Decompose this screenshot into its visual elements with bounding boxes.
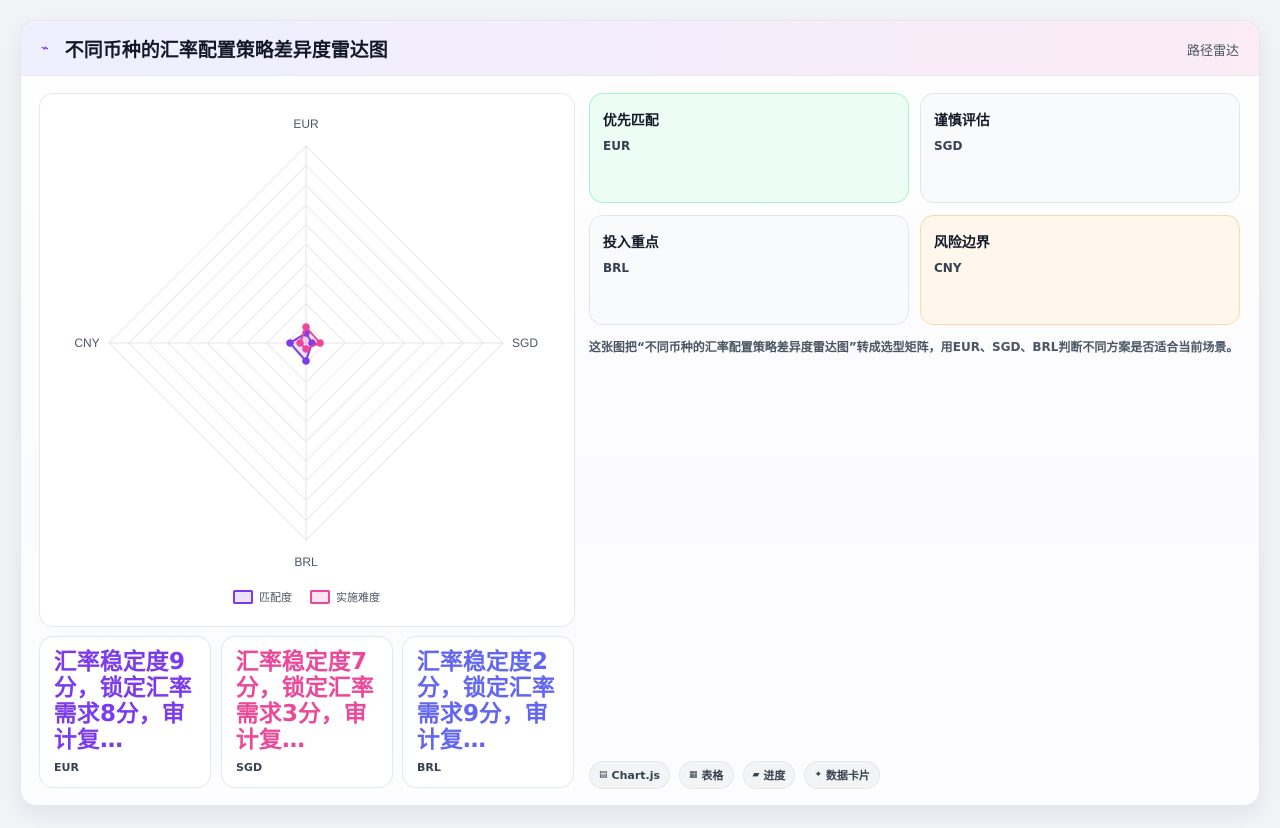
data-point bbox=[302, 357, 310, 365]
radar-chart: EUR SGD BRL CNY 匹配度 实施难度 bbox=[39, 93, 575, 627]
tag-progress[interactable]: ▰ 进度 bbox=[742, 761, 796, 789]
title-wrap: ⌁ 不同币种的汇率配置策略差异度雷达图 bbox=[41, 35, 388, 62]
data-point bbox=[302, 323, 310, 331]
legend-label: 实施难度 bbox=[336, 590, 380, 604]
axis-label: SGD bbox=[512, 336, 538, 350]
dashboard-card: ⌁ 不同币种的汇率配置策略差异度雷达图 路径雷达 EUR SGD BRL CNY 匹配度… bbox=[20, 20, 1260, 806]
kpi-card-sgd: 汇率稳定度7分，锁定汇率需求3分，审计复… SGD bbox=[221, 636, 393, 788]
tile-title: 风险边界 bbox=[934, 235, 990, 251]
matrix-tile-investment[interactable]: 投入重点 BRL bbox=[589, 215, 909, 325]
header-label: 路径雷达 bbox=[1186, 44, 1239, 59]
tag-table[interactable]: ▦ 表格 bbox=[679, 761, 734, 789]
data-point bbox=[302, 345, 310, 353]
kpi-value: 汇率稳定度2分，锁定汇率需求9分，审计复… bbox=[417, 649, 555, 753]
card-header: ⌁ 不同币种的汇率配置策略差异度雷达图 路径雷达 bbox=[21, 21, 1259, 76]
kpi-value: 汇率稳定度9分，锁定汇率需求8分，审计复… bbox=[54, 649, 192, 753]
data-point bbox=[316, 339, 324, 347]
tile-value: EUR bbox=[603, 139, 631, 153]
tag-label: Chart.js bbox=[611, 768, 661, 782]
radar-svg: EUR SGD BRL CNY 匹配度 实施难度 bbox=[74, 117, 538, 604]
axis-label: CNY bbox=[74, 336, 99, 350]
legend-swatch bbox=[233, 590, 253, 604]
chart-description: 这张图把“不同币种的汇率配置策略差异度雷达图”转成选型矩阵，用EUR、SGD、B… bbox=[589, 340, 1239, 354]
kpi-card-eur: 汇率稳定度9分，锁定汇率需求8分，审计复… EUR bbox=[39, 636, 211, 788]
tag-label: 进度 bbox=[763, 769, 786, 782]
progress-icon: ▰ bbox=[752, 770, 760, 780]
matrix-tile-risk[interactable]: 风险边界 CNY bbox=[920, 215, 1240, 325]
tile-value: BRL bbox=[603, 261, 630, 275]
kpi-row: 汇率稳定度9分，锁定汇率需求8分，审计复… EUR 汇率稳定度7分，锁定汇率需求… bbox=[39, 636, 574, 788]
table-icon: ▦ bbox=[689, 770, 698, 780]
data-point bbox=[286, 339, 294, 347]
kpi-value: 汇率稳定度7分，锁定汇率需求3分，审计复… bbox=[236, 649, 374, 753]
kpi-label: EUR bbox=[54, 761, 79, 774]
tile-title: 谨慎评估 bbox=[934, 113, 990, 129]
tag-data-card[interactable]: ✦ 数据卡片 bbox=[804, 761, 881, 789]
kpi-label: BRL bbox=[417, 761, 441, 774]
legend-swatch bbox=[310, 590, 330, 604]
series-area bbox=[298, 325, 322, 351]
tile-title: 优先匹配 bbox=[603, 113, 659, 129]
tile-value: CNY bbox=[934, 261, 962, 275]
kpi-card-brl: 汇率稳定度2分，锁定汇率需求9分，审计复… BRL bbox=[402, 636, 574, 788]
tile-title: 投入重点 bbox=[603, 235, 659, 251]
chart-icon: ▤ bbox=[599, 770, 608, 780]
sparkle-icon: ✦ bbox=[814, 770, 823, 780]
tech-tags: ▤ Chart.js ▦ 表格 ▰ 进度 ✦ 数据卡片 bbox=[589, 761, 881, 789]
tag-chartjs[interactable]: ▤ Chart.js bbox=[589, 761, 671, 789]
matrix-tile-caution[interactable]: 谨慎评估 SGD bbox=[920, 93, 1240, 203]
legend-label: 匹配度 bbox=[259, 590, 292, 604]
tag-label: 表格 bbox=[701, 769, 724, 782]
axis-label: BRL bbox=[294, 555, 318, 569]
kpi-label: SGD bbox=[236, 761, 263, 774]
data-point bbox=[296, 339, 304, 347]
line-chart-icon: ⌁ bbox=[41, 41, 49, 56]
matrix-tile-priority[interactable]: 优先匹配 EUR bbox=[589, 93, 909, 203]
tile-value: SGD bbox=[934, 139, 963, 153]
page-title: 不同币种的汇率配置策略差异度雷达图 bbox=[65, 39, 389, 61]
tag-label: 数据卡片 bbox=[826, 769, 871, 782]
axis-label: EUR bbox=[293, 117, 319, 131]
